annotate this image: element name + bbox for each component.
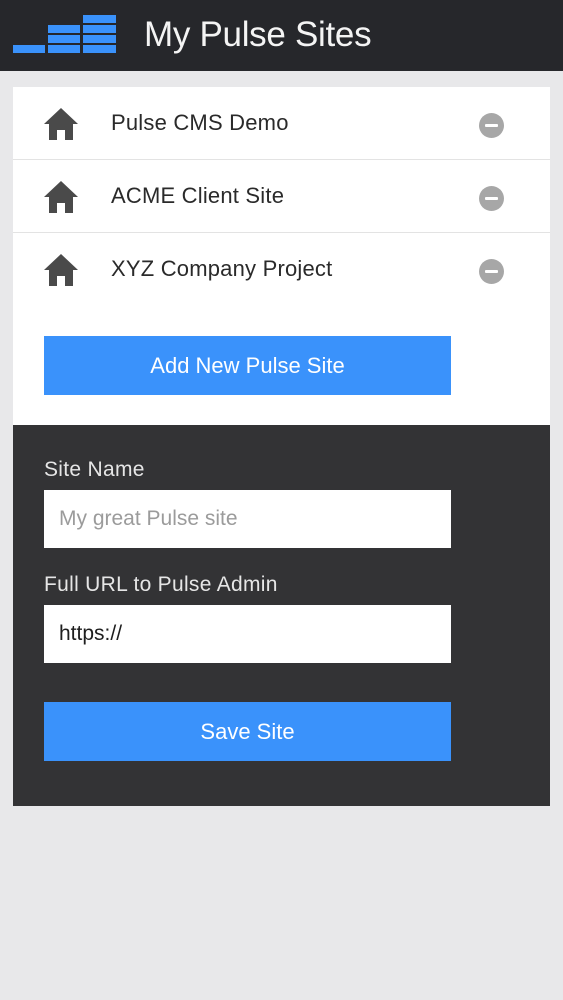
site-name-input[interactable] [44, 490, 451, 548]
sites-list-card: Pulse CMS Demo ACME Client Site XYZ Comp… [13, 87, 550, 425]
save-site-button[interactable]: Save Site [44, 702, 451, 761]
url-input[interactable] [44, 605, 451, 663]
url-label: Full URL to Pulse Admin [44, 573, 278, 596]
home-icon [44, 108, 78, 140]
remove-site-icon[interactable] [479, 259, 504, 284]
home-icon [44, 254, 78, 286]
remove-site-icon[interactable] [479, 113, 504, 138]
site-list-item[interactable]: Pulse CMS Demo [13, 87, 550, 160]
home-icon [44, 181, 78, 213]
site-name-label: Site Name [44, 458, 145, 481]
app-header: My Pulse Sites [0, 0, 563, 71]
site-list-item[interactable]: XYZ Company Project [13, 234, 550, 306]
add-new-site-button[interactable]: Add New Pulse Site [44, 336, 451, 395]
site-label: ACME Client Site [111, 183, 285, 208]
page-title: My Pulse Sites [144, 15, 372, 54]
new-site-form: Site Name Full URL to Pulse Admin Save S… [13, 425, 550, 806]
site-list-item[interactable]: ACME Client Site [13, 160, 550, 233]
site-label: XYZ Company Project [111, 256, 333, 281]
site-label: Pulse CMS Demo [111, 110, 289, 135]
remove-site-icon[interactable] [479, 186, 504, 211]
pulse-bars-logo-icon [13, 15, 116, 53]
